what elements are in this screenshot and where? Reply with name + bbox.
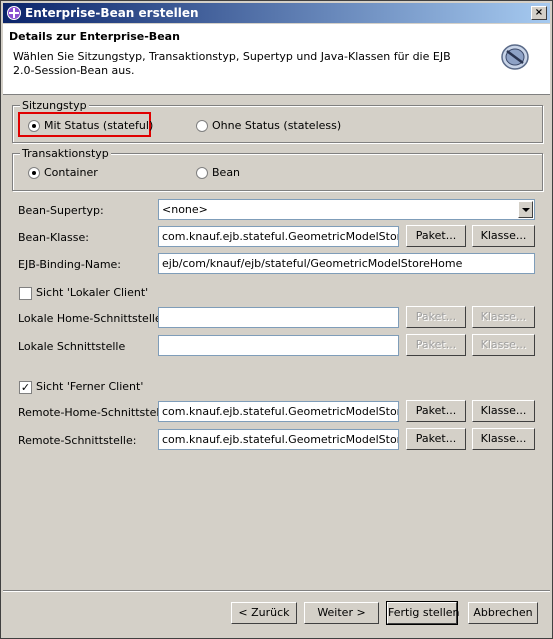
- radio-stateful[interactable]: [28, 120, 40, 132]
- radio-stateless[interactable]: [196, 120, 208, 132]
- local-home-label: Lokale Home-Schnittstelle:: [18, 312, 166, 325]
- eclipse-app-icon: [7, 6, 21, 20]
- supertype-combo[interactable]: <none>: [158, 199, 535, 220]
- local-interface-label: Lokale Schnittstelle: [18, 340, 126, 353]
- radio-stateless-label[interactable]: Ohne Status (stateless): [212, 119, 341, 132]
- back-button[interactable]: < Zurück: [231, 602, 297, 624]
- remote-client-checkbox[interactable]: ✓: [19, 381, 32, 394]
- wizard-header: Details zur Enterprise-Bean Wählen Sie S…: [3, 24, 550, 95]
- remote-home-field[interactable]: com.knauf.ejb.stateful.GeometricModelSto…: [158, 401, 399, 422]
- local-interface-package-button[interactable]: Paket...: [406, 334, 466, 356]
- radio-bean[interactable]: [196, 167, 208, 179]
- footer-separator: [3, 590, 550, 592]
- remote-client-label[interactable]: Sicht 'Ferner Client': [36, 380, 143, 393]
- local-interface-field[interactable]: [158, 335, 399, 356]
- remote-interface-field[interactable]: com.knauf.ejb.stateful.GeometricModelSto…: [158, 429, 399, 450]
- bean-class-label: Bean-Klasse:: [18, 231, 89, 244]
- transaction-type-legend: Transaktionstyp: [20, 147, 111, 160]
- radio-bean-label[interactable]: Bean: [212, 166, 240, 179]
- supertype-label: Bean-Supertyp:: [18, 204, 104, 217]
- title-bar[interactable]: Enterprise-Bean erstellen ×: [3, 3, 550, 23]
- remote-interface-label: Remote-Schnittstelle:: [18, 434, 137, 447]
- window-title: Enterprise-Bean erstellen: [25, 6, 199, 20]
- remote-home-package-button[interactable]: Paket...: [406, 400, 466, 422]
- header-description: Wählen Sie Sitzungstyp, Transaktionstyp,…: [13, 50, 451, 77]
- remote-home-label: Remote-Home-Schnittstelle:: [18, 406, 173, 419]
- radio-container[interactable]: [28, 167, 40, 179]
- remote-interface-class-button[interactable]: Klasse...: [472, 428, 535, 450]
- local-home-package-button[interactable]: Paket...: [406, 306, 466, 328]
- radio-stateful-label[interactable]: Mit Status (stateful): [44, 119, 153, 132]
- next-button[interactable]: Weiter >: [304, 602, 379, 624]
- local-interface-class-button[interactable]: Klasse...: [472, 334, 535, 356]
- radio-container-label[interactable]: Container: [44, 166, 98, 179]
- close-button[interactable]: ×: [531, 6, 547, 20]
- chevron-down-icon[interactable]: [518, 201, 533, 218]
- bean-class-package-button[interactable]: Paket...: [406, 225, 466, 247]
- header-title: Details zur Enterprise-Bean: [9, 30, 180, 43]
- bean-class-field[interactable]: com.knauf.ejb.stateful.GeometricModelSto…: [158, 226, 399, 247]
- session-type-legend: Sitzungstyp: [20, 99, 89, 112]
- local-home-field[interactable]: [158, 307, 399, 328]
- local-client-checkbox[interactable]: [19, 287, 32, 300]
- binding-field[interactable]: ejb/com/knauf/ejb/stateful/GeometricMode…: [158, 253, 535, 274]
- ejb-wizard-icon: [501, 44, 529, 70]
- local-home-class-button[interactable]: Klasse...: [472, 306, 535, 328]
- remote-home-class-button[interactable]: Klasse...: [472, 400, 535, 422]
- local-client-label[interactable]: Sicht 'Lokaler Client': [36, 286, 148, 299]
- bean-class-class-button[interactable]: Klasse...: [472, 225, 535, 247]
- wizard-window: Enterprise-Bean erstellen × Details zur …: [0, 0, 553, 639]
- remote-interface-package-button[interactable]: Paket...: [406, 428, 466, 450]
- supertype-value: <none>: [162, 203, 208, 216]
- finish-button[interactable]: Fertig stellen: [386, 601, 460, 625]
- cancel-button[interactable]: Abbrechen: [468, 602, 538, 624]
- binding-label: EJB-Binding-Name:: [18, 258, 122, 271]
